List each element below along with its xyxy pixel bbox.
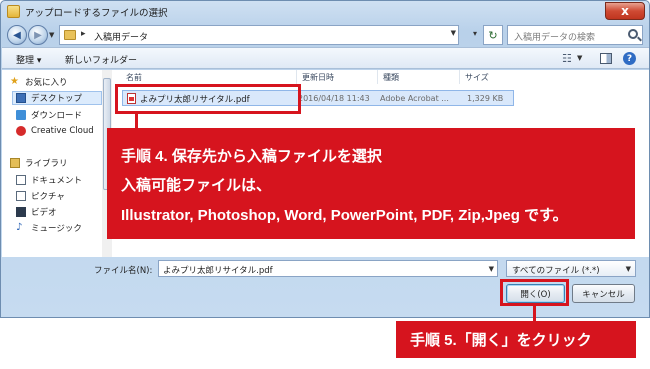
back-button[interactable]: ◀ xyxy=(7,25,27,45)
file-type: Adobe Acrobat ... xyxy=(380,94,449,103)
video-icon xyxy=(16,207,26,217)
column-divider[interactable] xyxy=(296,70,297,84)
step4-subheading: 入稿可能ファイルは、 xyxy=(121,177,272,194)
preview-pane-icon[interactable] xyxy=(600,53,612,64)
chevron-down-icon[interactable]: ▼ xyxy=(451,29,456,37)
sidebar-item-videos[interactable]: ビデオ xyxy=(16,205,102,219)
file-type-value: すべてのファイル (*.*) xyxy=(512,266,600,276)
column-divider[interactable] xyxy=(377,70,378,84)
arrow-left-icon: ◀ xyxy=(13,29,21,41)
new-folder-button[interactable]: 新しいフォルダー xyxy=(65,53,137,66)
document-icon xyxy=(16,175,26,185)
download-icon xyxy=(16,110,26,120)
desktop-icon xyxy=(16,93,26,103)
sidebar-item-label: デスクトップ xyxy=(31,94,83,104)
close-button[interactable]: x xyxy=(605,2,645,20)
sidebar-item-favorites[interactable]: ★ お気に入り xyxy=(10,75,96,89)
filename-field[interactable]: よみプリ太郎リサイタル.pdf ▼ xyxy=(158,260,498,277)
star-icon: ★ xyxy=(10,76,19,87)
navigation-pane: ★ お気に入り デスクトップ ダウンロード Creative Cloud ライブ… xyxy=(2,70,112,257)
file-highlight-box xyxy=(115,84,301,114)
sidebar-item-label: ピクチャ xyxy=(31,192,65,202)
refresh-icon: ↻ xyxy=(488,28,498,42)
step4-callout: 手順 4. 保存先から入稿ファイルを選択 入稿可能ファイルは、 Illustra… xyxy=(107,128,635,239)
breadcrumb-current-folder[interactable]: 入稿用データ xyxy=(94,30,148,43)
title-bar[interactable]: アップロードするファイルの選択 x xyxy=(1,1,649,23)
library-icon xyxy=(10,158,20,168)
search-placeholder: 入稿用データの検索 xyxy=(514,33,596,43)
folder-icon xyxy=(64,30,76,40)
chevron-down-icon[interactable]: ▼ xyxy=(489,265,494,273)
music-note-icon: ♪ xyxy=(16,222,23,233)
refresh-button[interactable]: ↻ xyxy=(483,25,503,45)
address-history-dropdown[interactable]: ▾ xyxy=(473,29,477,38)
sidebar-item-label: ライブラリ xyxy=(25,159,68,169)
view-options-icon[interactable]: ☷ xyxy=(562,52,572,65)
cancel-button[interactable]: キャンセル xyxy=(572,284,635,303)
search-icon xyxy=(628,29,638,39)
file-type-select[interactable]: すべてのファイル (*.*) ▼ xyxy=(506,260,636,277)
address-bar[interactable]: ▸ 入稿用データ ▼ xyxy=(59,25,459,45)
column-divider[interactable] xyxy=(459,70,460,84)
callout-connector xyxy=(135,113,138,128)
sidebar-item-pictures[interactable]: ピクチャ xyxy=(16,189,102,203)
sidebar-item-label: ダウンロード xyxy=(31,111,83,121)
sidebar-item-label: ドキュメント xyxy=(31,176,83,186)
dialog-title: アップロードするファイルの選択 xyxy=(25,8,168,19)
picture-icon xyxy=(16,191,26,201)
sidebar-item-creative-cloud[interactable]: Creative Cloud xyxy=(16,124,102,138)
arrow-right-icon: ▶ xyxy=(34,29,42,41)
command-toolbar: 整理 ▾ 新しいフォルダー ☷ ▼ ? xyxy=(2,47,649,69)
sidebar-item-label: ミュージック xyxy=(31,224,82,234)
organize-button[interactable]: 整理 ▾ xyxy=(16,53,41,66)
recent-locations-dropdown[interactable]: ▼ xyxy=(49,31,54,39)
folder-icon xyxy=(7,5,20,18)
open-button-highlight-box xyxy=(500,279,569,306)
column-header-size[interactable]: サイズ xyxy=(465,72,489,86)
filename-label: ファイル名(N): xyxy=(94,266,153,276)
step4-heading: 手順 4. 保存先から入稿ファイルを選択 xyxy=(121,148,382,165)
sidebar-item-label: お気に入り xyxy=(25,78,68,88)
file-modified-date: 2016/04/18 11:43 xyxy=(298,94,370,103)
sidebar-item-music[interactable]: ♪ ミュージック xyxy=(16,221,102,235)
sidebar-item-label: Creative Cloud xyxy=(31,126,94,136)
column-header-type[interactable]: 種類 xyxy=(383,72,399,86)
chevron-right-icon[interactable]: ▸ xyxy=(81,29,86,39)
search-input[interactable]: 入稿用データの検索 xyxy=(507,25,643,45)
creative-cloud-icon xyxy=(16,126,26,136)
sidebar-item-libraries[interactable]: ライブラリ xyxy=(10,156,96,170)
sidebar-item-downloads[interactable]: ダウンロード xyxy=(16,108,102,122)
column-header-modified[interactable]: 更新日時 xyxy=(302,72,334,86)
sidebar-item-label: ビデオ xyxy=(31,208,57,218)
step5-callout: 手順 5.「開く」をクリック xyxy=(396,321,636,358)
close-icon: x xyxy=(621,4,629,18)
callout-connector xyxy=(533,305,536,321)
filename-value: よみプリ太郎リサイタル.pdf xyxy=(163,266,273,276)
address-row: ◀ ▶ ▼ ▸ 入稿用データ ▼ ▾ ↻ 入稿用データの検索 xyxy=(1,23,649,47)
step4-file-types: Illustrator, Photoshop, Word, PowerPoint… xyxy=(121,207,568,224)
forward-button[interactable]: ▶ xyxy=(28,25,48,45)
sidebar-item-desktop[interactable]: デスクトップ xyxy=(12,91,102,105)
chevron-down-icon[interactable]: ▼ xyxy=(577,54,582,62)
file-size: 1,329 KB xyxy=(467,94,504,103)
chevron-down-icon: ▼ xyxy=(625,265,631,273)
help-icon[interactable]: ? xyxy=(623,52,636,65)
sidebar-item-documents[interactable]: ドキュメント xyxy=(16,173,102,187)
